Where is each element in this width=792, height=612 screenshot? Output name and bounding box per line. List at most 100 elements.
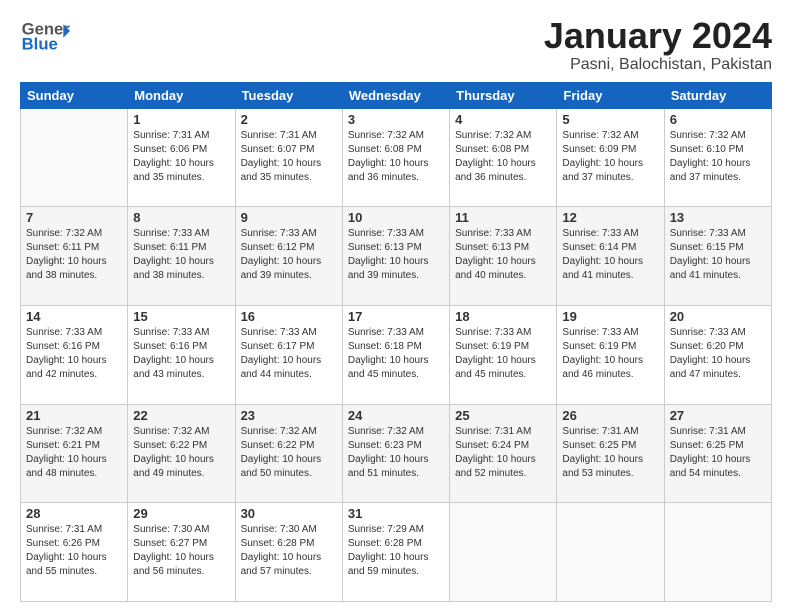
- day-number: 29: [133, 506, 229, 521]
- calendar-header-monday: Monday: [128, 82, 235, 108]
- calendar-cell: 20 Sunrise: 7:33 AM Sunset: 6:20 PM Dayli…: [664, 305, 771, 404]
- day-number: 23: [241, 408, 337, 423]
- day-info: Sunrise: 7:33 AM Sunset: 6:14 PM Dayligh…: [562, 227, 658, 283]
- calendar-cell: [21, 108, 128, 207]
- calendar-header-sunday: Sunday: [21, 82, 128, 108]
- day-number: 28: [26, 506, 122, 521]
- calendar-cell: 4 Sunrise: 7:32 AM Sunset: 6:08 PM Daylig…: [450, 108, 557, 207]
- calendar-cell: 25 Sunrise: 7:31 AM Sunset: 6:24 PM Dayli…: [450, 404, 557, 503]
- calendar-cell: [664, 503, 771, 602]
- day-number: 26: [562, 408, 658, 423]
- calendar-header-wednesday: Wednesday: [342, 82, 449, 108]
- day-number: 10: [348, 210, 444, 225]
- day-info: Sunrise: 7:32 AM Sunset: 6:23 PM Dayligh…: [348, 425, 444, 481]
- day-info: Sunrise: 7:32 AM Sunset: 6:08 PM Dayligh…: [348, 129, 444, 185]
- calendar-cell: [450, 503, 557, 602]
- calendar-cell: 7Sunrise: 7:32 AM Sunset: 6:11 PM Daylig…: [21, 207, 128, 306]
- day-info: Sunrise: 7:32 AM Sunset: 6:11 PM Dayligh…: [26, 227, 122, 283]
- calendar-cell: 15Sunrise: 7:33 AM Sunset: 6:16 PM Dayli…: [128, 305, 235, 404]
- calendar-cell: 17Sunrise: 7:33 AM Sunset: 6:18 PM Dayli…: [342, 305, 449, 404]
- day-number: 8: [133, 210, 229, 225]
- calendar-cell: 8Sunrise: 7:33 AM Sunset: 6:11 PM Daylig…: [128, 207, 235, 306]
- day-number: 3: [348, 112, 444, 127]
- day-number: 4: [455, 112, 551, 127]
- calendar-cell: 16 Sunrise: 7:33 AM Sunset: 6:17 PM Dayli…: [235, 305, 342, 404]
- day-number: 1: [133, 112, 229, 127]
- day-info: Sunrise: 7:33 AM Sunset: 6:13 PM Dayligh…: [455, 227, 551, 283]
- day-number: 19: [562, 309, 658, 324]
- calendar-cell: 27 Sunrise: 7:31 AM Sunset: 6:25 PM Dayli…: [664, 404, 771, 503]
- calendar-cell: 6 Sunrise: 7:32 AM Sunset: 6:10 PM Daylig…: [664, 108, 771, 207]
- day-number: 5: [562, 112, 658, 127]
- page: General Blue January 2024 Pasni, Balochi…: [0, 0, 792, 612]
- day-info: Sunrise: 7:32 AM Sunset: 6:10 PM Dayligh…: [670, 129, 766, 185]
- calendar-cell: [557, 503, 664, 602]
- calendar-week-row: 7Sunrise: 7:32 AM Sunset: 6:11 PM Daylig…: [21, 207, 772, 306]
- day-info: Sunrise: 7:33 AM Sunset: 6:17 PM Dayligh…: [241, 326, 337, 382]
- calendar-cell: 29 Sunrise: 7:30 AM Sunset: 6:27 PM Dayli…: [128, 503, 235, 602]
- day-info: Sunrise: 7:31 AM Sunset: 6:06 PM Dayligh…: [133, 129, 229, 185]
- calendar-header-tuesday: Tuesday: [235, 82, 342, 108]
- day-number: 20: [670, 309, 766, 324]
- calendar-table: SundayMondayTuesdayWednesdayThursdayFrid…: [20, 82, 772, 602]
- calendar-header-friday: Friday: [557, 82, 664, 108]
- calendar-header-row: SundayMondayTuesdayWednesdayThursdayFrid…: [21, 82, 772, 108]
- day-info: Sunrise: 7:32 AM Sunset: 6:08 PM Dayligh…: [455, 129, 551, 185]
- calendar-cell: 2 Sunrise: 7:31 AM Sunset: 6:07 PM Daylig…: [235, 108, 342, 207]
- day-info: Sunrise: 7:33 AM Sunset: 6:12 PM Dayligh…: [241, 227, 337, 283]
- calendar-cell: 12 Sunrise: 7:33 AM Sunset: 6:14 PM Dayli…: [557, 207, 664, 306]
- calendar-week-row: 14 Sunrise: 7:33 AM Sunset: 6:16 PM Dayli…: [21, 305, 772, 404]
- calendar-cell: 9 Sunrise: 7:33 AM Sunset: 6:12 PM Daylig…: [235, 207, 342, 306]
- day-info: Sunrise: 7:32 AM Sunset: 6:22 PM Dayligh…: [241, 425, 337, 481]
- day-number: 2: [241, 112, 337, 127]
- calendar-cell: 23 Sunrise: 7:32 AM Sunset: 6:22 PM Dayli…: [235, 404, 342, 503]
- day-info: Sunrise: 7:31 AM Sunset: 6:26 PM Dayligh…: [26, 523, 122, 579]
- day-number: 25: [455, 408, 551, 423]
- day-number: 15: [133, 309, 229, 324]
- day-number: 11: [455, 210, 551, 225]
- main-title: January 2024: [544, 16, 772, 56]
- day-info: Sunrise: 7:33 AM Sunset: 6:19 PM Dayligh…: [455, 326, 551, 382]
- calendar-cell: 13Sunrise: 7:33 AM Sunset: 6:15 PM Dayli…: [664, 207, 771, 306]
- day-info: Sunrise: 7:32 AM Sunset: 6:09 PM Dayligh…: [562, 129, 658, 185]
- calendar-cell: 21Sunrise: 7:32 AM Sunset: 6:21 PM Dayli…: [21, 404, 128, 503]
- calendar-week-row: 21Sunrise: 7:32 AM Sunset: 6:21 PM Dayli…: [21, 404, 772, 503]
- day-number: 18: [455, 309, 551, 324]
- day-number: 9: [241, 210, 337, 225]
- calendar-cell: 1 Sunrise: 7:31 AM Sunset: 6:06 PM Daylig…: [128, 108, 235, 207]
- day-info: Sunrise: 7:31 AM Sunset: 6:25 PM Dayligh…: [670, 425, 766, 481]
- logo-icon: General Blue: [20, 16, 70, 56]
- day-number: 30: [241, 506, 337, 521]
- logo: General Blue: [20, 16, 70, 56]
- calendar-cell: 5 Sunrise: 7:32 AM Sunset: 6:09 PM Daylig…: [557, 108, 664, 207]
- day-info: Sunrise: 7:33 AM Sunset: 6:18 PM Dayligh…: [348, 326, 444, 382]
- calendar-cell: 19 Sunrise: 7:33 AM Sunset: 6:19 PM Dayli…: [557, 305, 664, 404]
- day-number: 24: [348, 408, 444, 423]
- day-info: Sunrise: 7:33 AM Sunset: 6:19 PM Dayligh…: [562, 326, 658, 382]
- day-info: Sunrise: 7:31 AM Sunset: 6:24 PM Dayligh…: [455, 425, 551, 481]
- day-info: Sunrise: 7:29 AM Sunset: 6:28 PM Dayligh…: [348, 523, 444, 579]
- day-info: Sunrise: 7:31 AM Sunset: 6:07 PM Dayligh…: [241, 129, 337, 185]
- day-number: 12: [562, 210, 658, 225]
- calendar-cell: 18 Sunrise: 7:33 AM Sunset: 6:19 PM Dayli…: [450, 305, 557, 404]
- subtitle: Pasni, Balochistan, Pakistan: [544, 56, 772, 74]
- day-number: 22: [133, 408, 229, 423]
- calendar-cell: 26 Sunrise: 7:31 AM Sunset: 6:25 PM Dayli…: [557, 404, 664, 503]
- day-number: 14: [26, 309, 122, 324]
- day-info: Sunrise: 7:30 AM Sunset: 6:28 PM Dayligh…: [241, 523, 337, 579]
- day-info: Sunrise: 7:33 AM Sunset: 6:13 PM Dayligh…: [348, 227, 444, 283]
- calendar-cell: 14 Sunrise: 7:33 AM Sunset: 6:16 PM Dayli…: [21, 305, 128, 404]
- header: General Blue January 2024 Pasni, Balochi…: [20, 16, 772, 74]
- day-info: Sunrise: 7:32 AM Sunset: 6:21 PM Dayligh…: [26, 425, 122, 481]
- day-number: 6: [670, 112, 766, 127]
- day-number: 16: [241, 309, 337, 324]
- day-info: Sunrise: 7:33 AM Sunset: 6:15 PM Dayligh…: [670, 227, 766, 283]
- day-info: Sunrise: 7:33 AM Sunset: 6:20 PM Dayligh…: [670, 326, 766, 382]
- day-info: Sunrise: 7:31 AM Sunset: 6:25 PM Dayligh…: [562, 425, 658, 481]
- day-number: 31: [348, 506, 444, 521]
- day-number: 27: [670, 408, 766, 423]
- calendar-cell: 10 Sunrise: 7:33 AM Sunset: 6:13 PM Dayli…: [342, 207, 449, 306]
- day-info: Sunrise: 7:33 AM Sunset: 6:16 PM Dayligh…: [26, 326, 122, 382]
- day-info: Sunrise: 7:30 AM Sunset: 6:27 PM Dayligh…: [133, 523, 229, 579]
- calendar-cell: 3 Sunrise: 7:32 AM Sunset: 6:08 PM Daylig…: [342, 108, 449, 207]
